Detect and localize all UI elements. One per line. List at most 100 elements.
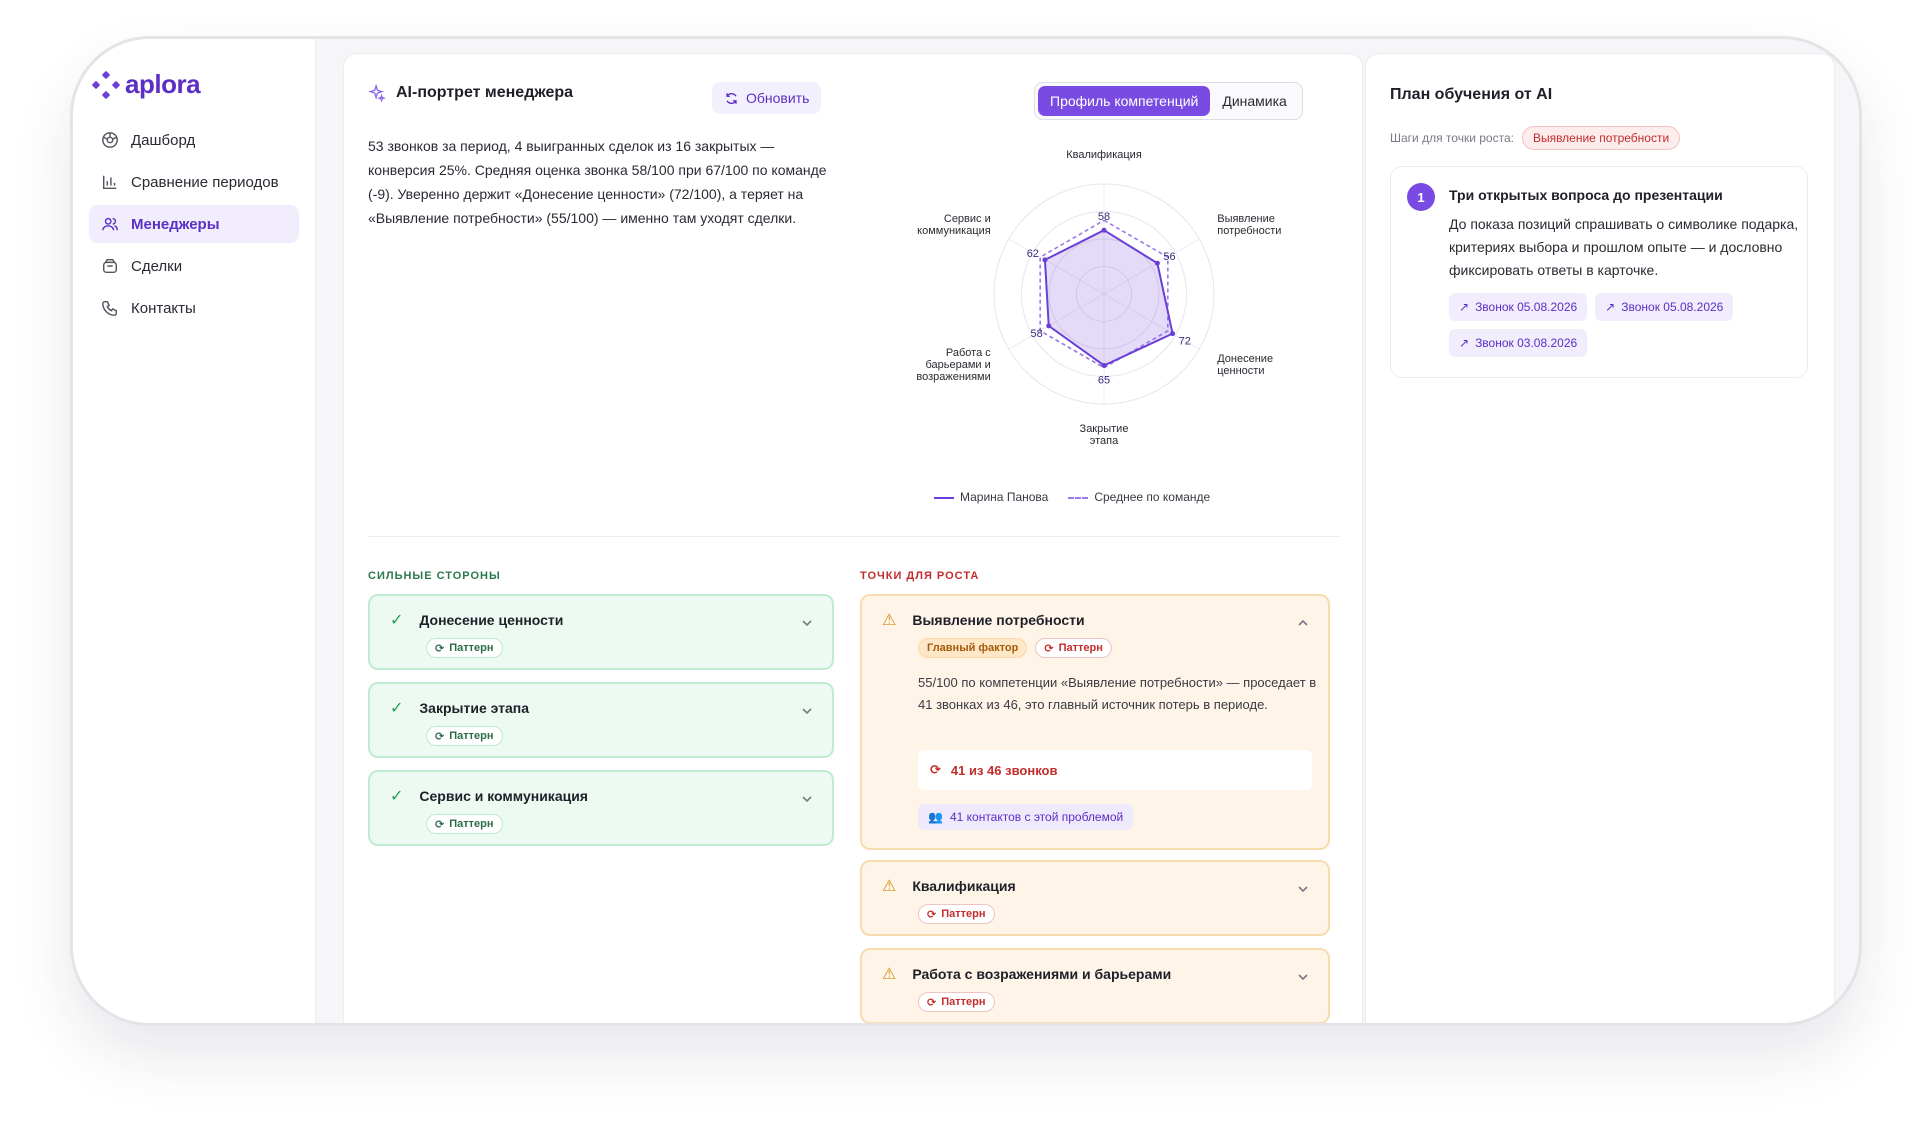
- growth-label: ТОЧКИ ДЛЯ РОСТА: [860, 570, 980, 582]
- data-point: [1101, 363, 1107, 368]
- main-factor-badge: Главный фактор: [918, 638, 1028, 658]
- strength-item[interactable]: ✓ Сервис и коммуникация ⟳ Паттерн: [368, 770, 834, 846]
- chevron-down-icon[interactable]: [1296, 970, 1310, 984]
- chart-legend: Марина Панова Среднее по команде: [934, 490, 1210, 504]
- contacts-link[interactable]: 👥 41 контактов с этой проблемой: [918, 804, 1134, 830]
- strength-item[interactable]: ✓ Закрытие этапа ⟳ Паттерн: [368, 682, 834, 758]
- chevron-up-icon[interactable]: [1296, 616, 1310, 630]
- warning-icon: ⚠: [882, 878, 897, 895]
- call-link[interactable]: ↗ Звонок 05.08.2026: [1595, 293, 1734, 321]
- repeat-icon: ⟳: [930, 762, 941, 777]
- sidebar: aplora Дашборд Сравнение периодов Менедж…: [73, 39, 316, 1023]
- data-label: 58: [1030, 328, 1042, 340]
- users-icon: [102, 217, 118, 231]
- sidebar-item-contacts[interactable]: Контакты: [89, 289, 299, 327]
- axis-label: Донесение ценности: [1217, 353, 1273, 377]
- strength-title: Сервис и коммуникация: [419, 788, 588, 804]
- logo-icon: [91, 70, 121, 99]
- sidebar-item-deals[interactable]: Сделки: [89, 247, 299, 285]
- ai-portrait-card: AI-портрет менеджера Обновить 53 звонков…: [343, 53, 1363, 1023]
- strengths-label: СИЛЬНЫЕ СТОРОНЫ: [368, 570, 501, 582]
- chevron-down-icon[interactable]: [1296, 882, 1310, 896]
- repeat-icon: ⟳: [435, 730, 445, 743]
- arrow-up-right-icon: ↗: [1459, 300, 1470, 314]
- data-point: [1170, 331, 1176, 337]
- competency-radar-chart: 58 56 72 65 58 62 Квалификация Выявление потребн…: [916, 149, 1281, 447]
- data-point: [1101, 227, 1107, 233]
- axis-label: Сервис и коммуникация: [917, 213, 991, 237]
- step-title: Три открытых вопроса до презентации: [1449, 187, 1723, 203]
- axis-label: Выявление потребности: [1217, 213, 1281, 237]
- arrow-up-right-icon: ↗: [1605, 300, 1616, 314]
- growth-title: Работа с возражениями и барьерами: [912, 966, 1172, 982]
- repeat-icon: ⟳: [435, 818, 445, 831]
- axis-label: Работа с барьерами и возражениями: [916, 347, 991, 383]
- steps-label: Шаги для точки роста:: [1390, 131, 1514, 145]
- phone-icon: [102, 300, 118, 316]
- refresh-button[interactable]: Обновить: [712, 82, 822, 114]
- legend-item-manager: Марина Панова: [934, 490, 1048, 504]
- calls-count-box: ⟳ 41 из 46 звонков: [918, 750, 1312, 790]
- data-label: 72: [1179, 336, 1191, 348]
- sidebar-item-managers[interactable]: Менеджеры: [89, 205, 299, 243]
- portrait-summary: 53 звонков за период, 4 выигранных сдело…: [368, 138, 827, 226]
- users-icon: 👥: [928, 810, 943, 824]
- data-point: [1154, 260, 1160, 266]
- data-point: [1042, 257, 1048, 263]
- tab-dynamics[interactable]: Динамика: [1210, 86, 1298, 116]
- logo[interactable]: aplora: [91, 69, 201, 100]
- growth-title: Квалификация: [912, 878, 1016, 894]
- sparkle-icon: [368, 84, 386, 102]
- pattern-badge: ⟳ Паттерн: [1035, 638, 1112, 658]
- chevron-down-icon[interactable]: [800, 704, 814, 718]
- axis-label: Квалификация: [1066, 149, 1142, 161]
- pattern-badge: ⟳ Паттерн: [426, 726, 503, 746]
- sidebar-item-label: Сравнение периодов: [131, 173, 279, 191]
- tab-competency-profile[interactable]: Профиль компетенций: [1038, 86, 1211, 116]
- device-frame: aplora Дашборд Сравнение периодов Менедж…: [70, 36, 1862, 1026]
- warning-icon: ⚠: [882, 966, 897, 983]
- sidebar-item-dashboard[interactable]: Дашборд: [89, 121, 299, 159]
- pattern-badge: ⟳ Паттерн: [426, 814, 503, 834]
- sidebar-item-compare[interactable]: Сравнение периодов: [89, 163, 299, 201]
- data-label: 58: [1098, 211, 1110, 223]
- repeat-icon: ⟳: [927, 908, 937, 921]
- view-toggle: Профиль компетенций Динамика: [1034, 82, 1303, 120]
- plan-title: План обучения от AI: [1390, 86, 1553, 103]
- call-link[interactable]: ↗ Звонок 03.08.2026: [1449, 329, 1588, 357]
- arrow-up-right-icon: ↗: [1459, 336, 1470, 350]
- sidebar-item-label: Сделки: [131, 257, 183, 275]
- divider: [368, 536, 1340, 537]
- data-point: [1046, 323, 1052, 329]
- deals-icon: [102, 258, 118, 274]
- growth-item-expanded[interactable]: ⚠ Выявление потребности Главный фактор ⟳ П…: [860, 594, 1330, 850]
- plan-step: 1 Три открытых вопроса до презентации До…: [1390, 166, 1808, 378]
- data-label: 56: [1163, 251, 1175, 263]
- dashboard-icon: [102, 132, 118, 148]
- portrait-title: AI-портрет менеджера: [396, 84, 574, 101]
- step-text: До показа позиций спрашивать о символике…: [1449, 216, 1799, 278]
- data-label: 62: [1027, 248, 1039, 260]
- pattern-badge: ⟳ Паттерн: [918, 904, 995, 924]
- growth-item[interactable]: ⚠ Квалификация ⟳ Паттерн: [860, 860, 1330, 936]
- growth-point-badge[interactable]: Выявление потребности: [1521, 126, 1681, 150]
- growth-item[interactable]: ⚠ Работа с возражениями и барьерами ⟳ Патт…: [860, 948, 1330, 1023]
- repeat-icon: ⟳: [435, 642, 445, 655]
- pattern-badge: ⟳ Паттерн: [918, 992, 995, 1012]
- sidebar-item-label: Контакты: [131, 299, 196, 317]
- pattern-badge: ⟳ Паттерн: [426, 638, 503, 658]
- sidebar-nav: Дашборд Сравнение периодов Менеджеры Сде…: [89, 121, 299, 331]
- chevron-down-icon[interactable]: [800, 792, 814, 806]
- refresh-icon: [726, 92, 737, 104]
- steps-row: Шаги для точки роста: Выявление потребно…: [1390, 126, 1681, 150]
- check-icon: ✓: [390, 612, 404, 629]
- strength-item[interactable]: ✓ Донесение ценности ⟳ Паттерн: [368, 594, 834, 670]
- repeat-icon: ⟳: [927, 996, 937, 1009]
- check-icon: ✓: [390, 788, 404, 805]
- sidebar-item-label: Менеджеры: [131, 215, 220, 233]
- growth-title: Выявление потребности: [912, 612, 1085, 628]
- call-link[interactable]: ↗ Звонок 05.08.2026: [1449, 293, 1588, 321]
- chevron-down-icon[interactable]: [800, 616, 814, 630]
- check-icon: ✓: [390, 700, 404, 717]
- step-number: 1: [1407, 183, 1435, 211]
